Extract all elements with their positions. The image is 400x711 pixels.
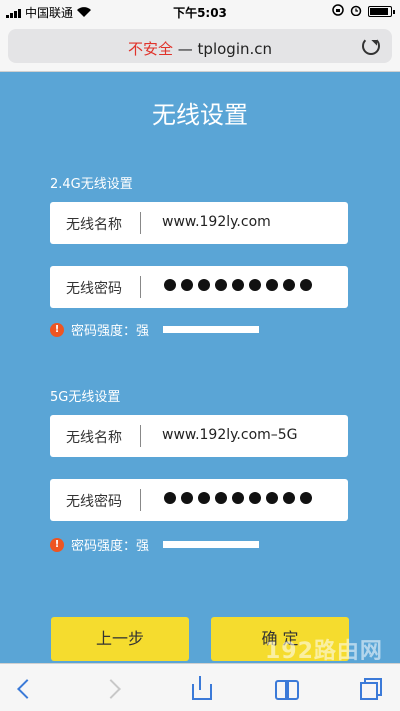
field-divider xyxy=(140,489,141,511)
ssid-label-24g: 无线名称 xyxy=(66,217,122,233)
ssid-field-5g[interactable]: 无线名称 www.192ly.com–5G xyxy=(50,415,348,457)
share-icon[interactable] xyxy=(188,676,212,700)
prev-step-button[interactable]: 上一步 xyxy=(51,617,189,661)
password-field-24g[interactable]: 无线密码 xyxy=(50,266,348,308)
strength-label-5g: 密码强度：强 xyxy=(71,539,150,554)
password-strength-5g: ! 密码强度：强 xyxy=(50,535,260,554)
ssid-field-24g[interactable]: 无线名称 www.192ly.com xyxy=(50,202,348,244)
reload-icon[interactable] xyxy=(362,37,380,55)
ssid-input-24g[interactable]: www.192ly.com xyxy=(162,214,271,230)
field-divider xyxy=(140,425,141,447)
strength-bar-5g xyxy=(163,541,260,548)
password-label-5g: 无线密码 xyxy=(66,494,122,510)
alarm-icon xyxy=(350,4,362,19)
lock-rotation-icon xyxy=(332,4,344,19)
url-field[interactable]: 不安全 — tplogin.cn xyxy=(8,29,392,63)
ssid-input-5g[interactable]: www.192ly.com–5G xyxy=(162,427,298,443)
url-domain: tplogin.cn xyxy=(197,40,273,58)
warning-icon: ! xyxy=(50,322,64,337)
strength-label-24g: 密码强度：强 xyxy=(71,324,150,339)
field-divider xyxy=(140,212,141,234)
page-title: 无线设置 xyxy=(152,101,248,129)
browser-address-bar: 不安全 — tplogin.cn xyxy=(0,22,400,72)
section-title-24g: 2.4G无线设置 xyxy=(50,177,133,192)
password-field-5g[interactable]: 无线密码 xyxy=(50,479,348,521)
tabs-icon[interactable] xyxy=(358,676,382,700)
password-label-24g: 无线密码 xyxy=(66,281,122,297)
battery-icon xyxy=(368,6,395,17)
field-divider xyxy=(140,276,141,298)
section-title-5g: 5G无线设置 xyxy=(50,390,121,405)
password-input-5g[interactable] xyxy=(164,492,312,504)
browser-toolbar xyxy=(0,663,400,711)
password-strength-24g: ! 密码强度：强 xyxy=(50,320,260,339)
warning-icon: ! xyxy=(50,537,64,552)
bookmarks-icon[interactable] xyxy=(274,676,299,700)
watermark-logo: 192路由网 xyxy=(265,639,383,664)
url-text: 不安全 — tplogin.cn xyxy=(8,38,392,59)
status-bar: 中国联通 下午5:03 xyxy=(0,0,400,22)
url-separator: — xyxy=(173,40,198,58)
ssid-label-5g: 无线名称 xyxy=(66,430,122,446)
back-icon[interactable] xyxy=(14,676,38,700)
strength-bar-24g xyxy=(163,326,260,333)
insecure-label: 不安全 xyxy=(127,40,173,58)
forward-icon[interactable] xyxy=(102,676,126,700)
password-input-24g[interactable] xyxy=(164,279,312,291)
